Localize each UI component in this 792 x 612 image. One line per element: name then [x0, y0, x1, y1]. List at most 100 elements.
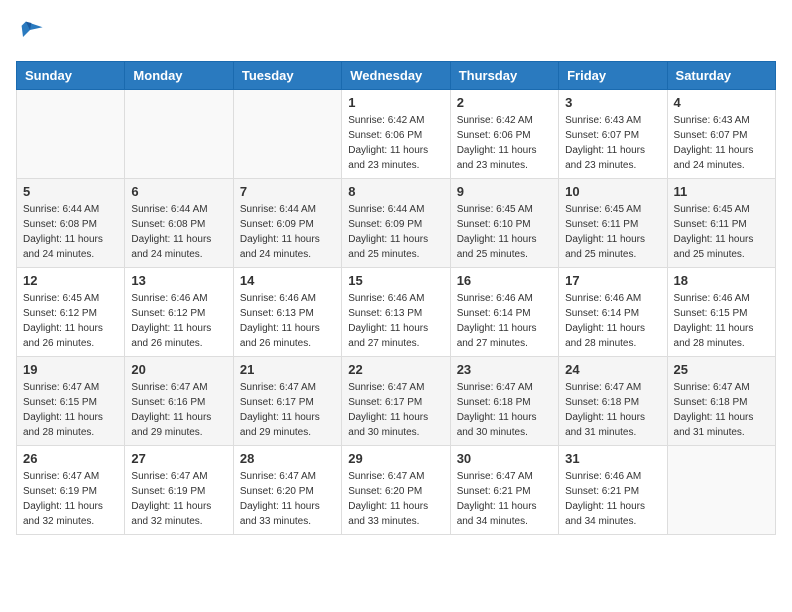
day-number: 8: [348, 184, 443, 199]
calendar-cell: 22 Sunrise: 6:47 AMSunset: 6:17 PMDaylig…: [342, 357, 450, 446]
calendar-week-row: 19 Sunrise: 6:47 AMSunset: 6:15 PMDaylig…: [17, 357, 776, 446]
day-info: Sunrise: 6:47 AMSunset: 6:20 PMDaylight:…: [348, 469, 443, 529]
day-info: Sunrise: 6:47 AMSunset: 6:21 PMDaylight:…: [457, 469, 552, 529]
calendar-cell: 12 Sunrise: 6:45 AMSunset: 6:12 PMDaylig…: [17, 268, 125, 357]
day-info: Sunrise: 6:42 AMSunset: 6:06 PMDaylight:…: [348, 113, 443, 173]
calendar-cell: 10 Sunrise: 6:45 AMSunset: 6:11 PMDaylig…: [559, 179, 667, 268]
day-number: 17: [565, 273, 660, 288]
calendar-week-row: 12 Sunrise: 6:45 AMSunset: 6:12 PMDaylig…: [17, 268, 776, 357]
day-info: Sunrise: 6:44 AMSunset: 6:08 PMDaylight:…: [131, 202, 226, 262]
logo-icon: [16, 16, 44, 49]
day-of-week-header: Sunday: [17, 62, 125, 90]
calendar-cell: 30 Sunrise: 6:47 AMSunset: 6:21 PMDaylig…: [450, 446, 558, 535]
day-info: Sunrise: 6:47 AMSunset: 6:16 PMDaylight:…: [131, 380, 226, 440]
day-number: 6: [131, 184, 226, 199]
calendar-cell: 23 Sunrise: 6:47 AMSunset: 6:18 PMDaylig…: [450, 357, 558, 446]
calendar-cell: 20 Sunrise: 6:47 AMSunset: 6:16 PMDaylig…: [125, 357, 233, 446]
day-info: Sunrise: 6:45 AMSunset: 6:11 PMDaylight:…: [565, 202, 660, 262]
calendar-cell: 15 Sunrise: 6:46 AMSunset: 6:13 PMDaylig…: [342, 268, 450, 357]
calendar-cell: 9 Sunrise: 6:45 AMSunset: 6:10 PMDayligh…: [450, 179, 558, 268]
day-number: 30: [457, 451, 552, 466]
day-of-week-header: Monday: [125, 62, 233, 90]
day-number: 22: [348, 362, 443, 377]
calendar-cell: [233, 90, 341, 179]
day-number: 16: [457, 273, 552, 288]
day-info: Sunrise: 6:46 AMSunset: 6:13 PMDaylight:…: [240, 291, 335, 351]
day-number: 11: [674, 184, 769, 199]
day-number: 13: [131, 273, 226, 288]
day-info: Sunrise: 6:43 AMSunset: 6:07 PMDaylight:…: [674, 113, 769, 173]
calendar-cell: 14 Sunrise: 6:46 AMSunset: 6:13 PMDaylig…: [233, 268, 341, 357]
day-number: 3: [565, 95, 660, 110]
calendar-cell: [17, 90, 125, 179]
day-info: Sunrise: 6:47 AMSunset: 6:19 PMDaylight:…: [23, 469, 118, 529]
calendar-cell: 27 Sunrise: 6:47 AMSunset: 6:19 PMDaylig…: [125, 446, 233, 535]
day-number: 15: [348, 273, 443, 288]
day-info: Sunrise: 6:46 AMSunset: 6:21 PMDaylight:…: [565, 469, 660, 529]
day-of-week-header: Saturday: [667, 62, 775, 90]
day-info: Sunrise: 6:45 AMSunset: 6:10 PMDaylight:…: [457, 202, 552, 262]
calendar-week-row: 5 Sunrise: 6:44 AMSunset: 6:08 PMDayligh…: [17, 179, 776, 268]
calendar-cell: 3 Sunrise: 6:43 AMSunset: 6:07 PMDayligh…: [559, 90, 667, 179]
day-info: Sunrise: 6:46 AMSunset: 6:15 PMDaylight:…: [674, 291, 769, 351]
day-info: Sunrise: 6:45 AMSunset: 6:12 PMDaylight:…: [23, 291, 118, 351]
day-number: 27: [131, 451, 226, 466]
calendar-cell: 18 Sunrise: 6:46 AMSunset: 6:15 PMDaylig…: [667, 268, 775, 357]
logo: [16, 16, 48, 49]
day-number: 21: [240, 362, 335, 377]
day-info: Sunrise: 6:45 AMSunset: 6:11 PMDaylight:…: [674, 202, 769, 262]
day-number: 18: [674, 273, 769, 288]
day-info: Sunrise: 6:47 AMSunset: 6:17 PMDaylight:…: [348, 380, 443, 440]
page-header: [16, 16, 776, 49]
day-number: 14: [240, 273, 335, 288]
calendar-cell: 24 Sunrise: 6:47 AMSunset: 6:18 PMDaylig…: [559, 357, 667, 446]
calendar-cell: 31 Sunrise: 6:46 AMSunset: 6:21 PMDaylig…: [559, 446, 667, 535]
day-info: Sunrise: 6:47 AMSunset: 6:18 PMDaylight:…: [674, 380, 769, 440]
calendar-cell: 1 Sunrise: 6:42 AMSunset: 6:06 PMDayligh…: [342, 90, 450, 179]
calendar-week-row: 1 Sunrise: 6:42 AMSunset: 6:06 PMDayligh…: [17, 90, 776, 179]
calendar-cell: [125, 90, 233, 179]
calendar-cell: 21 Sunrise: 6:47 AMSunset: 6:17 PMDaylig…: [233, 357, 341, 446]
calendar-cell: 4 Sunrise: 6:43 AMSunset: 6:07 PMDayligh…: [667, 90, 775, 179]
day-number: 28: [240, 451, 335, 466]
calendar-cell: 13 Sunrise: 6:46 AMSunset: 6:12 PMDaylig…: [125, 268, 233, 357]
day-info: Sunrise: 6:47 AMSunset: 6:18 PMDaylight:…: [457, 380, 552, 440]
day-info: Sunrise: 6:43 AMSunset: 6:07 PMDaylight:…: [565, 113, 660, 173]
day-of-week-header: Thursday: [450, 62, 558, 90]
day-number: 24: [565, 362, 660, 377]
day-number: 9: [457, 184, 552, 199]
day-info: Sunrise: 6:46 AMSunset: 6:13 PMDaylight:…: [348, 291, 443, 351]
calendar-cell: 25 Sunrise: 6:47 AMSunset: 6:18 PMDaylig…: [667, 357, 775, 446]
day-number: 5: [23, 184, 118, 199]
day-number: 20: [131, 362, 226, 377]
day-of-week-header: Tuesday: [233, 62, 341, 90]
calendar-cell: 11 Sunrise: 6:45 AMSunset: 6:11 PMDaylig…: [667, 179, 775, 268]
day-info: Sunrise: 6:47 AMSunset: 6:19 PMDaylight:…: [131, 469, 226, 529]
day-number: 31: [565, 451, 660, 466]
day-number: 25: [674, 362, 769, 377]
day-number: 1: [348, 95, 443, 110]
day-number: 7: [240, 184, 335, 199]
day-info: Sunrise: 6:44 AMSunset: 6:08 PMDaylight:…: [23, 202, 118, 262]
day-number: 23: [457, 362, 552, 377]
calendar-cell: 5 Sunrise: 6:44 AMSunset: 6:08 PMDayligh…: [17, 179, 125, 268]
calendar-week-row: 26 Sunrise: 6:47 AMSunset: 6:19 PMDaylig…: [17, 446, 776, 535]
calendar-cell: 17 Sunrise: 6:46 AMSunset: 6:14 PMDaylig…: [559, 268, 667, 357]
day-info: Sunrise: 6:46 AMSunset: 6:14 PMDaylight:…: [457, 291, 552, 351]
day-number: 19: [23, 362, 118, 377]
calendar-cell: [667, 446, 775, 535]
day-number: 12: [23, 273, 118, 288]
calendar-cell: 26 Sunrise: 6:47 AMSunset: 6:19 PMDaylig…: [17, 446, 125, 535]
calendar-table: SundayMondayTuesdayWednesdayThursdayFrid…: [16, 61, 776, 535]
day-info: Sunrise: 6:47 AMSunset: 6:20 PMDaylight:…: [240, 469, 335, 529]
day-info: Sunrise: 6:47 AMSunset: 6:17 PMDaylight:…: [240, 380, 335, 440]
day-number: 10: [565, 184, 660, 199]
calendar-cell: 16 Sunrise: 6:46 AMSunset: 6:14 PMDaylig…: [450, 268, 558, 357]
day-of-week-header: Friday: [559, 62, 667, 90]
day-info: Sunrise: 6:46 AMSunset: 6:14 PMDaylight:…: [565, 291, 660, 351]
day-info: Sunrise: 6:47 AMSunset: 6:18 PMDaylight:…: [565, 380, 660, 440]
calendar-header-row: SundayMondayTuesdayWednesdayThursdayFrid…: [17, 62, 776, 90]
day-info: Sunrise: 6:44 AMSunset: 6:09 PMDaylight:…: [348, 202, 443, 262]
calendar-cell: 7 Sunrise: 6:44 AMSunset: 6:09 PMDayligh…: [233, 179, 341, 268]
day-info: Sunrise: 6:44 AMSunset: 6:09 PMDaylight:…: [240, 202, 335, 262]
